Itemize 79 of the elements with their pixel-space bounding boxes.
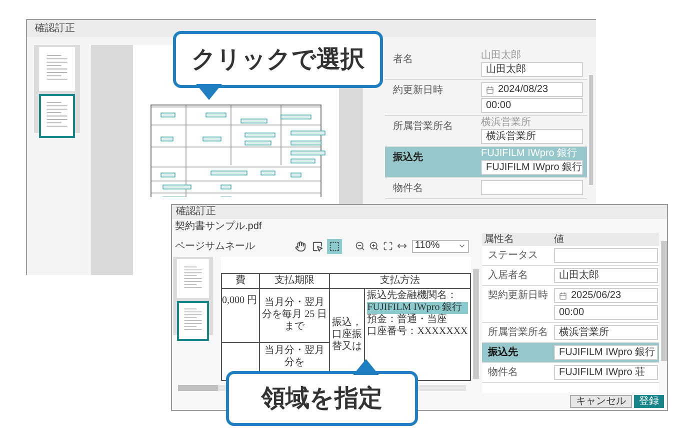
text-field[interactable]: 00:00 (554, 305, 658, 320)
scrollbar[interactable] (178, 385, 218, 391)
column-header: 属性名 (483, 234, 515, 244)
recognized-text: 横浜営業所 (481, 118, 532, 128)
property-label: 物件名 (487, 366, 519, 380)
horizontal-arrows-icon (397, 241, 408, 251)
property-row[interactable]: 者名 山田太郎 山田太郎 (385, 49, 587, 80)
table-header: 費 (222, 274, 260, 288)
table-cell: 0,000 円 (222, 288, 260, 342)
page-thumbnail[interactable] (177, 259, 209, 298)
property-label: 契約更新日時 (487, 288, 549, 303)
property-label: 入居者名 (487, 268, 529, 283)
text-field[interactable]: 横浜営業所 (481, 129, 583, 144)
property-label: 振込先 (486, 346, 519, 360)
table-header: 支払期限 (260, 274, 330, 288)
table-cell: 当月分・翌月分を毎月 25 日まで (260, 288, 330, 342)
scrollbar[interactable] (473, 269, 479, 379)
text-field[interactable]: 山田太郎 (554, 268, 658, 283)
window-title: 確認訂正 (176, 207, 216, 217)
property-label: ステータス (487, 249, 539, 263)
property-label: 物件名 (393, 182, 424, 196)
chevron-down-icon (458, 242, 466, 250)
page-thumbnail[interactable] (39, 94, 75, 138)
column-header: 値 (554, 234, 564, 244)
text-field[interactable]: 00:00 (481, 98, 583, 113)
grid-row[interactable]: 物件名 FUJIFILM IWpro 荘 (482, 363, 659, 383)
date-value: 2025/06/23 (571, 290, 622, 300)
page-thumbnail[interactable] (39, 47, 75, 91)
grid-row[interactable]: 所属営業所名 横浜営業所 (482, 323, 659, 343)
payment-detail: 振込先金融機関名： (367, 290, 458, 302)
zoom-out-icon (355, 241, 366, 251)
grid-row[interactable]: 契約更新日時 2025/06/23 00:00 (482, 286, 659, 323)
calendar-icon (486, 86, 494, 94)
file-name: 契約書サンプル.pdf (174, 220, 263, 234)
text-field[interactable]: FUJIFILM IWpro 銀行 (481, 160, 583, 175)
recognized-text: FUJIFILM IWpro 銀行 (481, 149, 578, 159)
text-field[interactable]: FUJIFILM IWpro 銀行 (554, 345, 658, 360)
property-label: 所属営業所名 (393, 120, 454, 134)
zoom-in-icon (369, 241, 380, 251)
callout-text: クリックで選択 (192, 44, 364, 74)
window-title: 確認訂正 (35, 22, 75, 36)
property-label: 約更新日時 (393, 84, 444, 98)
grid-row[interactable]: 振込先 FUJIFILM IWpro 銀行 (482, 343, 659, 363)
text-field[interactable]: 山田太郎 (481, 62, 583, 77)
payment-detail: 預金：普通・当座 (367, 314, 448, 326)
scrollbar[interactable] (589, 75, 593, 185)
text-field[interactable]: 横浜営業所 (554, 325, 658, 340)
grid-row[interactable]: ステータス (482, 246, 659, 266)
payment-detail: FUJIFILM IWpro 銀行 (367, 302, 468, 314)
property-label: 所属営業所名 (487, 326, 549, 340)
cancel-button[interactable]: キャンセル (570, 395, 632, 408)
property-label: 者名 (393, 52, 414, 67)
hand-icon (294, 240, 306, 252)
tool-button[interactable] (326, 238, 342, 254)
dashed-square-icon (328, 240, 340, 252)
scrollbar[interactable] (661, 241, 667, 361)
property-row[interactable]: 振込先 FUJIFILM IWpro 銀行 FUJIFILM IWpro 銀行 (385, 147, 587, 178)
grid-row[interactable]: 入居者名 山田太郎 (482, 266, 659, 286)
pointer-icon (312, 240, 323, 252)
property-row[interactable]: 物件名 (385, 178, 587, 199)
thumbnail-label: ページサムネール (175, 240, 256, 254)
property-row[interactable]: 約更新日時 2024/08/23 00:00 (385, 80, 587, 116)
payment-detail: 口座番号：XXXXXXX (367, 326, 468, 338)
text-field[interactable] (481, 180, 583, 195)
property-label: 振込先 (393, 150, 424, 165)
calendar-icon (559, 292, 567, 300)
date-value: 2024/08/23 (498, 84, 548, 94)
register-button[interactable]: 登録 (634, 395, 664, 408)
text-field[interactable]: FUJIFILM IWpro 荘 (554, 365, 658, 380)
table-header: 支払方法 (330, 274, 470, 288)
zoom-dropdown[interactable]: 110% (412, 240, 469, 252)
recognized-text: 山田太郎 (481, 51, 522, 61)
date-field[interactable]: 2024/08/23 (481, 82, 583, 97)
callout-text: 領域を指定 (262, 384, 382, 414)
expand-icon (383, 241, 394, 251)
tool-button[interactable] (292, 238, 308, 254)
page-thumbnail[interactable] (177, 301, 209, 341)
text-field[interactable] (554, 248, 658, 263)
date-field[interactable]: 2025/06/23 (554, 288, 658, 303)
